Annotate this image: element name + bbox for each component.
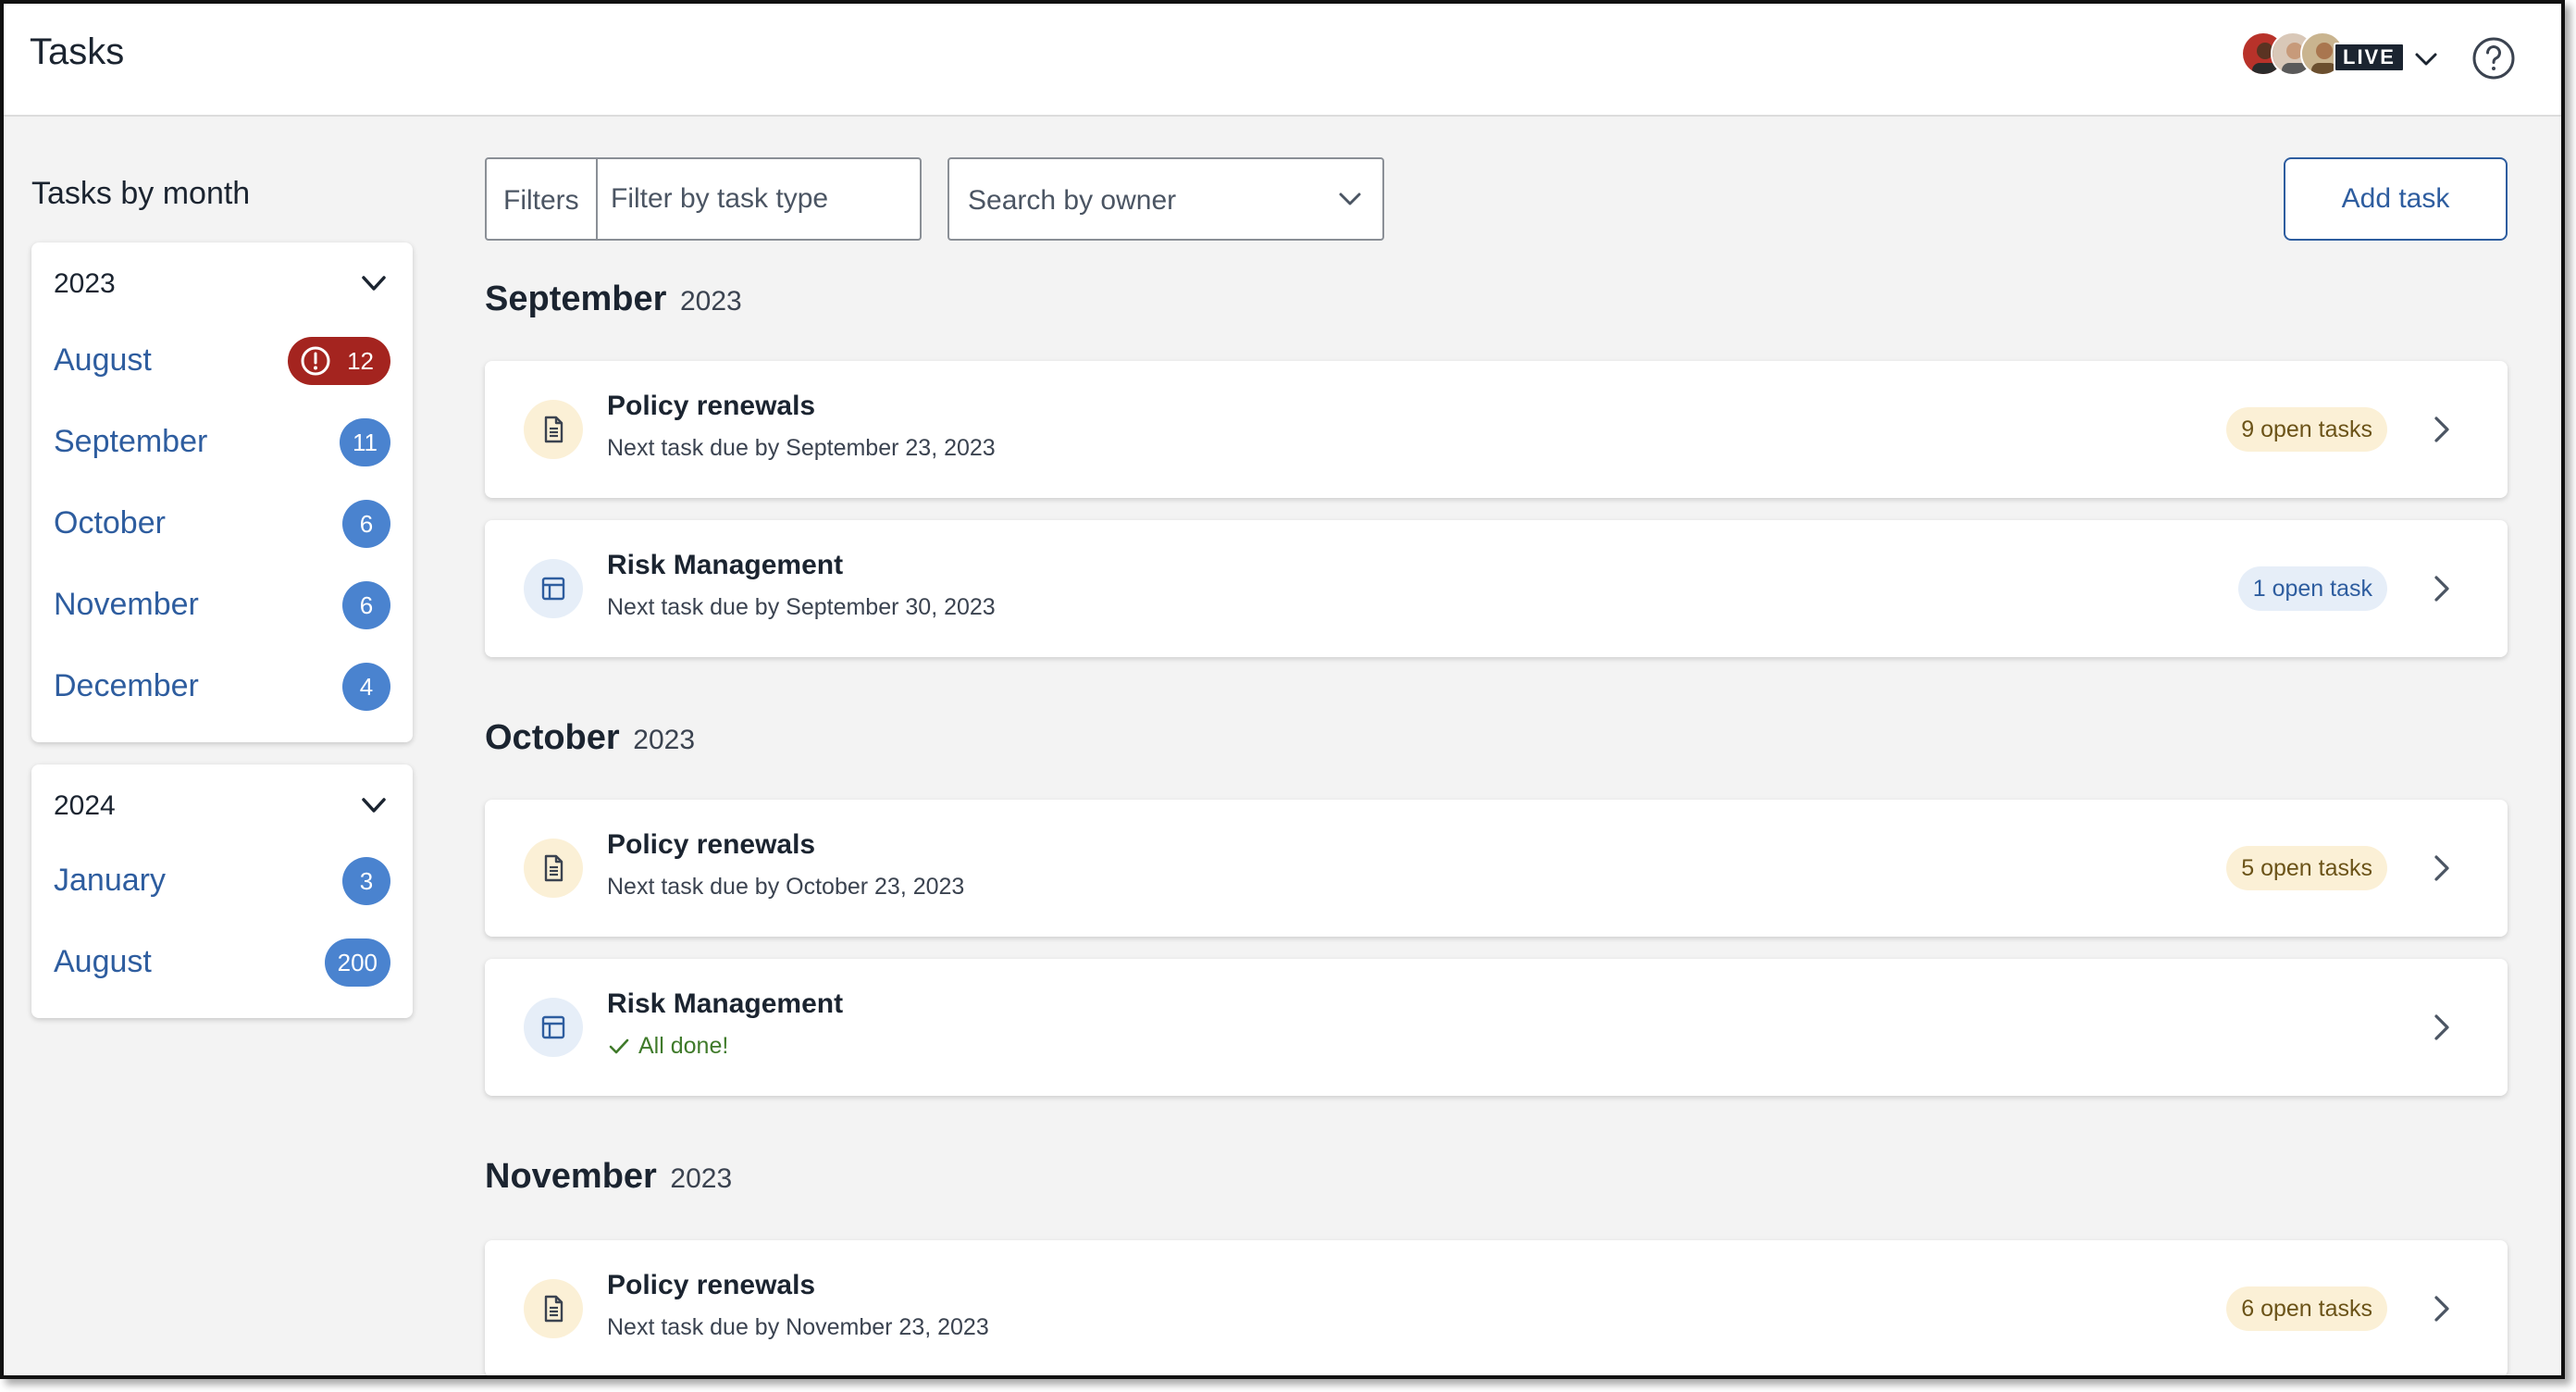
section-month: September [485,280,667,318]
open-tasks-badge: 5 open tasks [2226,846,2387,890]
count-badge: 3 [342,857,390,905]
task-title: Risk Management [607,988,844,1019]
filters-divider [596,159,598,239]
table-icon [541,1015,565,1039]
task-icon-wrap [524,559,583,618]
sidebar-month-november-2023[interactable]: November 6 [54,578,390,633]
sidebar-heading: Tasks by month [31,176,251,211]
month-label: August [54,944,152,979]
month-label: August [54,342,152,378]
count-badge: 200 [324,938,390,987]
sidebar-month-august-2024[interactable]: August 200 [54,935,390,990]
chevron-down-icon [362,798,386,813]
section-title-september: September 2023 [485,280,742,319]
open-tasks-badge: 9 open tasks [2226,407,2387,452]
year-label: 2023 [54,268,116,299]
task-icon-wrap [524,998,583,1057]
task-type-filter: Filters [485,157,922,241]
section-month: November [485,1157,657,1196]
document-icon [544,416,564,443]
month-label: January [54,863,166,898]
task-due-date: Next task due by October 23, 2023 [607,874,965,900]
filters-label: Filters [503,185,579,216]
year-card-2023: 2023 August 12 September 11 October 6 No… [31,242,413,742]
live-badge: LIVE [2334,43,2405,72]
app-window: Tasks LIVE Tasks by month 2023 August 12… [0,0,2565,1379]
task-icon-wrap [524,400,583,459]
sidebar-month-october-2023[interactable]: October 6 [54,496,390,552]
year-label: 2024 [54,790,116,821]
chevron-down-icon [1339,193,1361,205]
chevron-down-icon[interactable] [2411,44,2441,74]
open-tasks-badge: 6 open tasks [2226,1286,2387,1331]
done-label: All done! [638,1033,729,1059]
count-badge: 11 [340,418,390,466]
page-title: Tasks [30,31,125,72]
count-badge: 6 [342,500,390,548]
help-icon[interactable] [2471,35,2517,81]
year-toggle-2023[interactable]: 2023 [54,261,390,305]
live-collaborators[interactable] [2241,31,2345,76]
task-icon-wrap [524,1279,583,1338]
section-title-october: October 2023 [485,718,695,758]
task-card[interactable]: Policy renewals Next task due by Novembe… [485,1240,2508,1375]
task-title: Policy renewals [607,829,816,860]
task-title: Policy renewals [607,1270,816,1300]
section-year: 2023 [679,286,742,317]
month-label: December [54,668,199,703]
chevron-right-icon[interactable] [2422,1290,2459,1327]
chevron-down-icon [362,276,386,291]
month-label: November [54,587,199,622]
owner-search-select[interactable]: Search by owner [947,157,1384,241]
document-icon [544,1295,564,1323]
chevron-right-icon[interactable] [2422,411,2459,448]
month-label: September [54,424,208,459]
task-title: Risk Management [607,550,844,580]
document-icon [544,854,564,882]
top-bar: Tasks LIVE [4,4,2561,117]
sidebar-month-september-2023[interactable]: September 11 [54,415,390,470]
year-card-2024: 2024 January 3 August 200 [31,764,413,1018]
task-due-date: Next task due by September 23, 2023 [607,435,996,461]
task-title: Policy renewals [607,391,816,421]
task-due-date: Next task due by November 23, 2023 [607,1314,989,1340]
count-badge: 4 [342,663,390,711]
month-label: October [54,505,166,541]
task-card[interactable]: Policy renewals Next task due by October… [485,800,2508,937]
task-card[interactable]: Policy renewals Next task due by Septemb… [485,361,2508,498]
year-toggle-2024[interactable]: 2024 [54,783,390,827]
section-title-november: November 2023 [485,1157,732,1197]
section-month: October [485,718,620,757]
section-year: 2023 [670,1163,733,1194]
count-badge: 6 [342,581,390,629]
chevron-right-icon[interactable] [2422,850,2459,887]
table-icon [541,577,565,601]
task-card[interactable]: Risk Management All done! [485,959,2508,1096]
task-due-date: Next task due by September 30, 2023 [607,594,996,620]
task-icon-wrap [524,839,583,898]
alert-icon [301,346,330,376]
open-tasks-badge: 1 open task [2237,566,2387,611]
chevron-right-icon[interactable] [2422,570,2459,607]
add-task-button[interactable]: Add task [2284,157,2508,241]
owner-placeholder: Search by owner [968,185,1177,216]
checkmark-icon [609,1038,629,1053]
filter-task-type-input[interactable] [601,161,912,237]
section-year: 2023 [633,725,696,755]
sidebar-month-december-2023[interactable]: December 4 [54,659,390,715]
task-card[interactable]: Risk Management Next task due by Septemb… [485,520,2508,657]
count-value: 12 [347,346,374,375]
chevron-right-icon[interactable] [2422,1009,2459,1046]
sidebar-month-august-2023[interactable]: August 12 [54,333,390,389]
sidebar-month-january-2024[interactable]: January 3 [54,853,390,909]
task-status-done: All done! [607,1033,728,1060]
overdue-count-badge: 12 [288,337,390,385]
